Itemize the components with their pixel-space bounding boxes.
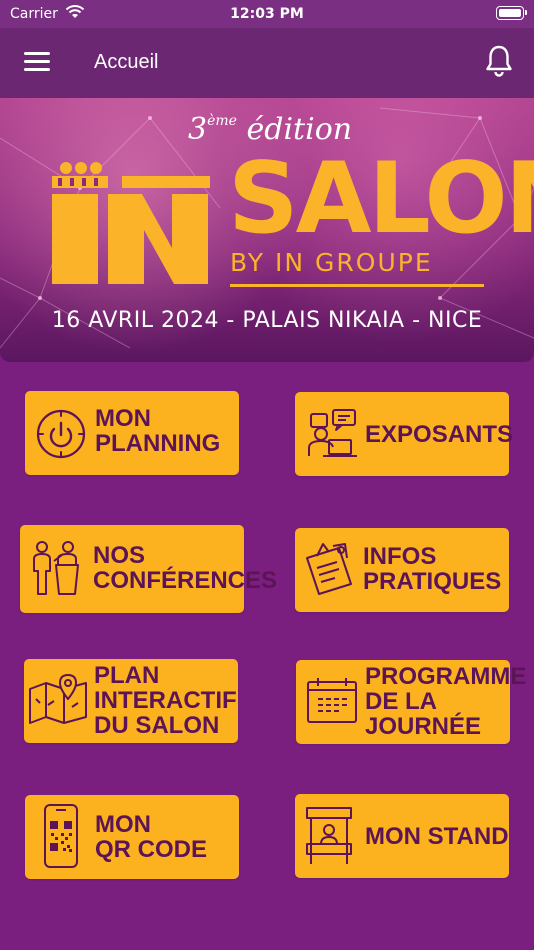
- byline-underline: [230, 284, 484, 287]
- nav-bar: Accueil: [0, 28, 534, 98]
- event-banner: 3ème édition SALON BY IN GROUPE 16 AVRIL…: [0, 98, 534, 362]
- clock: 12:03 PM: [230, 6, 304, 22]
- tile-label-line: NOS: [93, 542, 146, 569]
- tile-label-line: MON: [95, 405, 151, 432]
- bell-icon[interactable]: [484, 44, 514, 78]
- tile-mon-qr-code[interactable]: MON QR CODE: [25, 795, 239, 879]
- power-clock-icon: [36, 409, 86, 459]
- battery-icon: [496, 6, 527, 20]
- tile-nos-conferences[interactable]: NOS CONFÉRENCES: [20, 525, 277, 613]
- tile-plan-interactif[interactable]: PLAN INTERACTIF DU SALON: [24, 659, 238, 743]
- clipboard-icon: [306, 543, 352, 595]
- hamburger-icon: [24, 52, 50, 55]
- tile-label-line: INFOS: [363, 543, 437, 570]
- tile-label-line: EXPOSANTS: [365, 421, 514, 448]
- map-pin-icon: [29, 674, 87, 724]
- speaker-icon: [33, 541, 79, 595]
- qr-phone-icon: [44, 804, 78, 868]
- tile-label-line: PROGRAMME: [365, 663, 527, 690]
- tile-label-line: INTERACTIF: [94, 687, 237, 714]
- tile-exposants[interactable]: EXPOSANTS: [295, 392, 513, 476]
- tile-label-line: JOURNÉE: [365, 713, 482, 740]
- in-logo: [52, 162, 210, 284]
- byline: BY IN GROUPE: [230, 248, 433, 277]
- tile-mon-planning[interactable]: MON PLANNING: [25, 391, 239, 475]
- event-info: 16 AVRIL 2024 - PALAIS NIKAIA - NICE: [51, 308, 483, 333]
- tile-infos-pratiques[interactable]: INFOS PRATIQUES: [295, 528, 509, 612]
- tile-programme[interactable]: PROGRAMME DE LA JOURNÉE: [296, 660, 526, 744]
- tile-label-line: DU SALON: [94, 712, 220, 739]
- exhibitors-icon: [308, 409, 357, 457]
- calendar-icon: [307, 678, 357, 723]
- menu-button[interactable]: [24, 52, 50, 74]
- salon-wordmark: SALON: [228, 142, 534, 256]
- tile-mon-stand[interactable]: MON STAND: [295, 794, 509, 878]
- tile-label-line: PRATIQUES: [363, 568, 502, 595]
- tile-label-line: CONFÉRENCES: [93, 567, 278, 594]
- tile-label-line: MON STAND: [365, 823, 509, 850]
- tile-label-line: MON: [95, 811, 151, 838]
- tile-label-line: QR CODE: [95, 836, 208, 863]
- tile-label-line: DE LA: [365, 688, 437, 715]
- booth-icon: [306, 807, 352, 864]
- tile-label-line: PLAN: [94, 662, 160, 689]
- tile-label-line: PLANNING: [95, 430, 221, 457]
- status-bar: Carrier 12:03 PM: [0, 0, 534, 28]
- page-title: Accueil: [94, 51, 159, 73]
